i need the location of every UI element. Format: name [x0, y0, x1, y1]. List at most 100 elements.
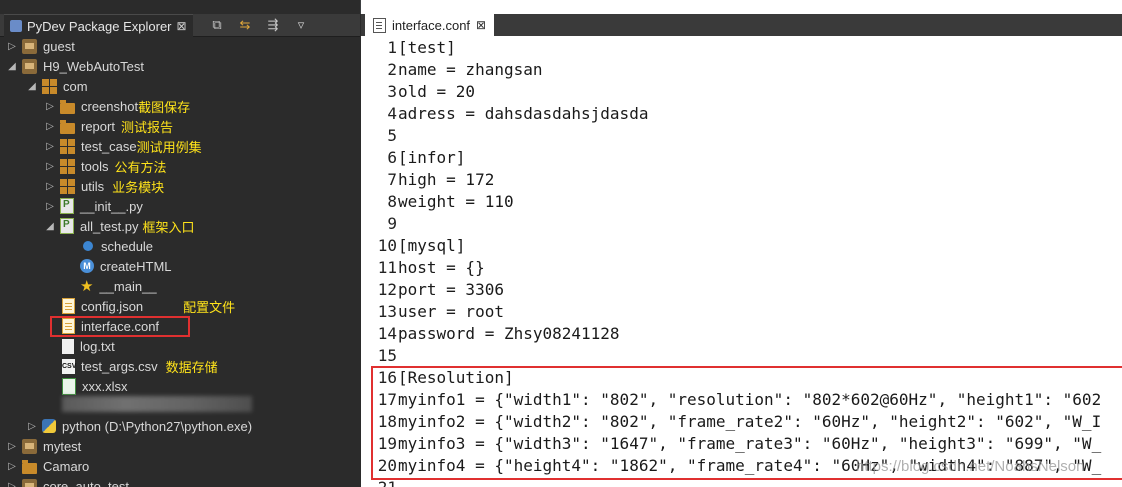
annotation-note: 测试报告 [120, 120, 173, 136]
line-number: 12 [377, 279, 397, 299]
project-icon [22, 38, 37, 54]
tree-item-com[interactable]: ◢ com [26, 76, 88, 96]
tree-item-log-txt[interactable]: log.txt [62, 336, 115, 356]
editor-tabbar: interface.conf ⊠ [361, 14, 1122, 36]
view-menu-icon[interactable]: ⇶ [264, 16, 282, 33]
close-tab-icon[interactable]: ⊠ [476, 18, 486, 32]
tree-item-label: tools [81, 158, 109, 174]
collapse-arrow-icon[interactable]: ◢ [26, 81, 38, 92]
link-with-editor-icon[interactable]: ⇆ [236, 16, 254, 33]
method-icon: M [80, 259, 94, 273]
collapse-arrow-icon[interactable]: ◢ [6, 61, 18, 72]
collapse-arrow-icon[interactable]: ◢ [44, 221, 56, 232]
folder-icon [22, 459, 37, 474]
tree-item-label: all_test.py [80, 218, 139, 234]
project-icon [22, 58, 37, 74]
code-line: 10 [mysql] [361, 234, 1122, 256]
annotation-note: 测试用例集 [136, 140, 202, 156]
package-explorer-tab[interactable]: PyDev Package Explorer ⊠ [4, 14, 193, 37]
annotation-note: 数据存储 [165, 360, 218, 376]
line-number: 6 [387, 147, 397, 167]
expand-arrow-icon[interactable]: ▷ [44, 181, 56, 192]
tree-item-h9-webautotest[interactable]: ◢ H9_WebAutoTest [6, 56, 144, 76]
line-number: 7 [387, 169, 397, 189]
tree-item-core-auto-test[interactable]: ▷ core_auto_test [6, 476, 129, 487]
tree-item-init-py[interactable]: ▷ __init__.py [44, 196, 143, 216]
redacted-region [62, 396, 252, 412]
tree-item-label: core_auto_test [43, 478, 130, 487]
close-tab-icon[interactable]: ⊠ [177, 19, 187, 33]
tree-item-label: xxx.xlsx [82, 378, 128, 394]
tree-item-creenshot[interactable]: ▷ creenshot 截图保存 [44, 96, 190, 116]
tree-item-python-interpreter[interactable]: ▷ python (D:\Python27\python.exe) [26, 416, 252, 436]
code-line: 3 old = 20 [361, 80, 1122, 102]
project-icon [22, 478, 37, 487]
package-explorer-tabbar: PyDev Package Explorer ⊠ ⧉ ⇆ ⇶ ▿ [0, 14, 360, 37]
tree-item-mytest[interactable]: ▷ mytest [6, 436, 81, 456]
expand-arrow-icon[interactable]: ▷ [6, 481, 18, 487]
code-line: 4 adress = dahsdasdahsjdasda [361, 102, 1122, 124]
annotation-note: 框架入口 [142, 220, 195, 236]
schedule-icon [83, 241, 93, 251]
tree-item-report[interactable]: ▷ report 测试报告 [44, 116, 173, 136]
tree-item-xlsx[interactable]: xxx.xlsx [62, 376, 128, 396]
tree-item-label: python (D:\Python27\python.exe) [62, 418, 253, 434]
code-text: [mysql] [398, 235, 466, 255]
code-text: adress = dahsdasdahsjdasda [398, 103, 649, 123]
expand-arrow-icon[interactable]: ▷ [44, 101, 56, 112]
code-line: 13 user = root [361, 300, 1122, 322]
expand-arrow-icon[interactable]: ▷ [26, 421, 38, 432]
tree-item-config-json[interactable]: config.json 配置文件 [62, 296, 235, 316]
expand-arrow-icon[interactable]: ▷ [44, 141, 56, 152]
editor-tab-title: interface.conf [392, 17, 471, 33]
code-text: weight = 110 [398, 191, 514, 211]
expand-arrow-icon[interactable]: ▷ [6, 41, 18, 52]
tree-item-all-test-py[interactable]: ◢ all_test.py 框架入口 [44, 216, 195, 236]
tree-item-tools[interactable]: ▷ tools 公有方法 [44, 156, 166, 176]
minimize-icon[interactable]: ▿ [292, 16, 310, 33]
text-file-icon [62, 338, 74, 354]
csv-file-icon: CSV [62, 358, 76, 374]
expand-arrow-icon[interactable]: ▷ [6, 441, 18, 452]
tree-item-label: test_case [81, 138, 137, 154]
annotation-note: 截图保存 [138, 100, 191, 116]
package-icon [42, 78, 57, 94]
tree-item-guest[interactable]: ▷ guest [6, 36, 75, 56]
line-number: 1 [387, 37, 397, 57]
editor-tab-interface-conf[interactable]: interface.conf ⊠ [365, 14, 495, 36]
annotation-note: 公有方法 [114, 160, 167, 176]
tree-item-label: H9_WebAutoTest [43, 58, 144, 74]
folder-icon [60, 99, 75, 114]
expand-arrow-icon[interactable]: ▷ [6, 461, 18, 472]
python-file-icon [60, 198, 74, 214]
package-explorer-tab-title: PyDev Package Explorer [27, 18, 172, 34]
code-line: 5 [361, 124, 1122, 146]
editor-panel: interface.conf ⊠ 1 [test] 2 name = zhangsa… [361, 0, 1122, 487]
tree-item-label: creenshot [81, 98, 139, 114]
annotation-note: 业务模块 [112, 180, 165, 196]
star-icon: ★ [80, 278, 94, 295]
tree-item-main[interactable]: ★ __main__ [80, 276, 157, 296]
tree-item-createhtml[interactable]: M createHTML [80, 256, 172, 276]
expand-arrow-icon[interactable]: ▷ [44, 161, 56, 172]
tree-item-schedule[interactable]: schedule [80, 236, 153, 256]
tree-item-label: log.txt [80, 338, 115, 354]
expand-arrow-icon[interactable]: ▷ [44, 121, 56, 132]
tree-item-label: com [63, 78, 88, 94]
code-line: 6 [infor] [361, 146, 1122, 168]
collapse-all-icon[interactable]: ⧉ [208, 16, 226, 33]
tree-item-test-case[interactable]: ▷ test_case 测试用例集 [44, 136, 202, 156]
highlight-box-interface-conf [50, 316, 190, 337]
expand-arrow-icon[interactable]: ▷ [44, 201, 56, 212]
code-text: old = 20 [398, 81, 476, 101]
code-line: 12 port = 3306 [361, 278, 1122, 300]
line-number: 11 [377, 257, 397, 277]
code-line: 2 name = zhangsan [361, 58, 1122, 80]
tree-item-camaro[interactable]: ▷ Camaro [6, 456, 89, 476]
tree-item-label: __main__ [99, 278, 157, 294]
tree-item-label: __init__.py [80, 198, 143, 214]
tree-item-test-args-csv[interactable]: CSV test_args.csv 数据存储 [62, 356, 218, 376]
tree-item-label: schedule [101, 238, 154, 254]
tree-item-utils[interactable]: ▷ utils 业务模块 [44, 176, 164, 196]
package-explorer-toolbar: ⧉ ⇆ ⇶ ▿ [208, 16, 310, 33]
